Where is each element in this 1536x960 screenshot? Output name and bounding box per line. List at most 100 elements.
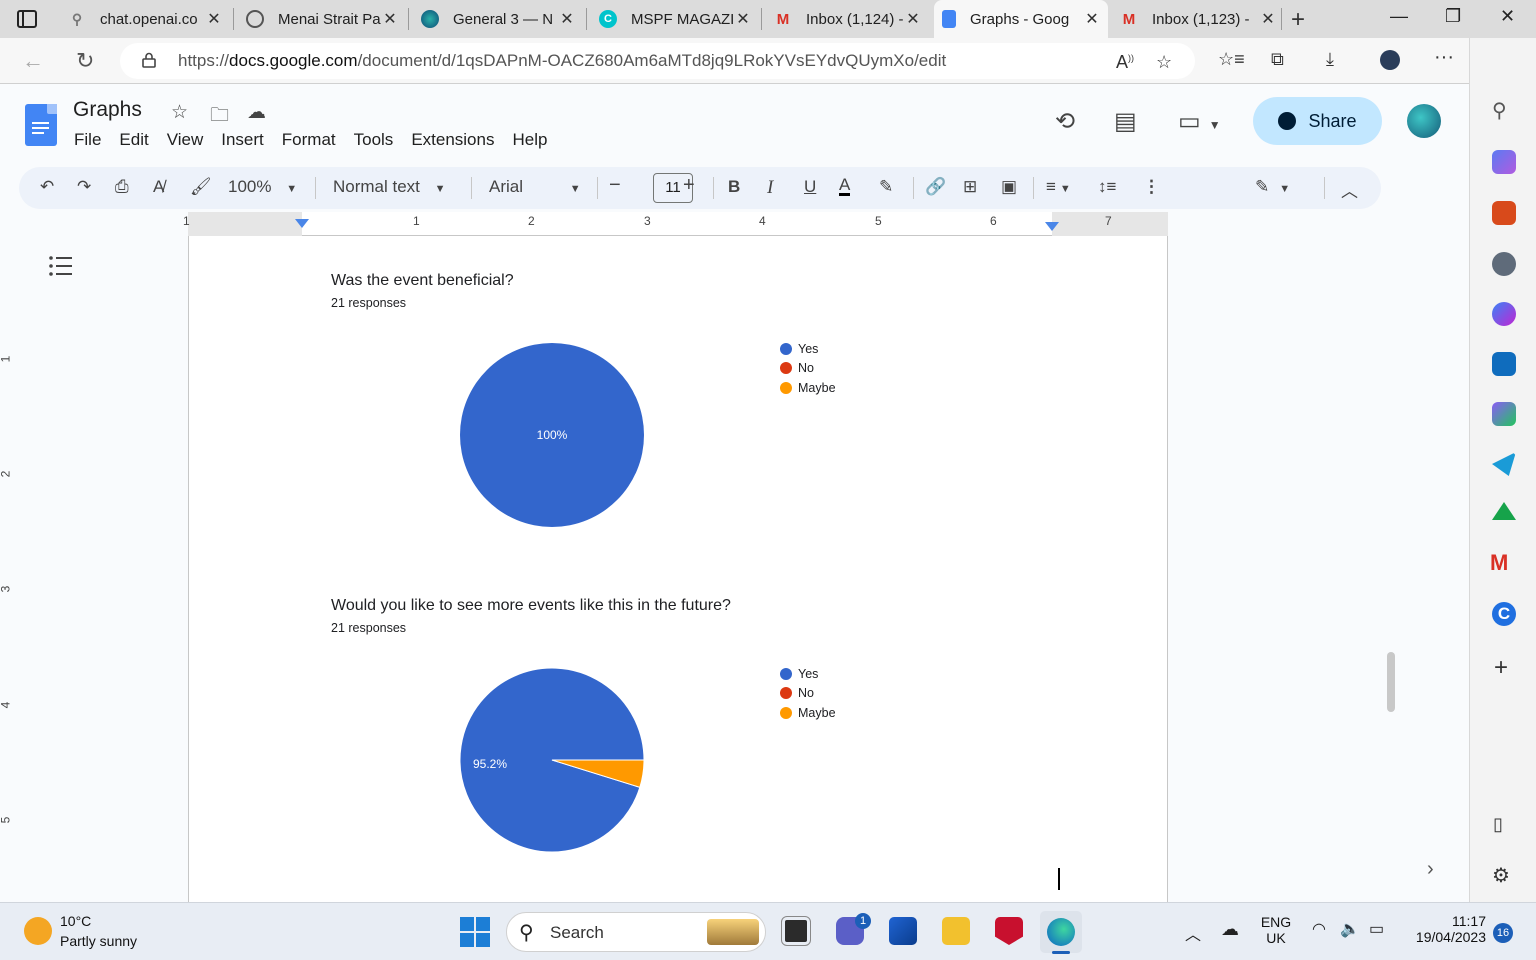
tab-actions-icon[interactable] <box>16 8 38 30</box>
task-view-icon[interactable] <box>781 916 811 946</box>
version-history-icon[interactable]: ⟲ <box>1055 107 1075 136</box>
close-icon[interactable]: ✕ <box>1260 9 1276 29</box>
docs-logo-icon[interactable] <box>25 104 57 146</box>
restore-icon[interactable]: ❐ <box>1445 6 1461 27</box>
cloud-saved-icon[interactable]: ☁ <box>247 101 266 124</box>
taskbar-search[interactable]: ⚲ Search <box>506 912 766 952</box>
more-options-icon[interactable]: ⋮ <box>1143 177 1160 197</box>
split-screen-icon[interactable]: ▯ <box>1493 814 1503 835</box>
font-select[interactable]: Arial ▼ <box>489 177 581 197</box>
decrease-font-size-icon[interactable]: − <box>609 174 621 197</box>
tab-inbox-1123[interactable]: M Inbox (1,123) - ✕ <box>1112 4 1284 34</box>
microsoft365-icon[interactable] <box>1492 302 1516 326</box>
align-icon[interactable]: ≡ ▼ <box>1046 177 1071 197</box>
weather-description[interactable]: Partly sunny <box>60 933 137 949</box>
mcafee-icon[interactable] <box>995 917 1023 945</box>
battery-icon[interactable]: ▭ <box>1369 919 1384 939</box>
add-comment-icon[interactable]: ⊞ <box>963 177 977 197</box>
redo-icon[interactable]: ↷ <box>77 177 91 197</box>
language-indicator[interactable]: ENG UK <box>1258 914 1294 946</box>
tab-general-3[interactable]: General 3 — N ✕ <box>413 4 583 34</box>
close-icon[interactable]: ✕ <box>206 9 222 29</box>
tab-mspf-magazine[interactable]: C MSPF MAGAZI ✕ <box>591 4 759 34</box>
left-indent-marker[interactable] <box>295 219 309 228</box>
downloads-icon[interactable]: ⤓ <box>1326 49 1334 70</box>
add-favorite-icon[interactable]: ☆ <box>1156 52 1172 73</box>
windows-start-icon[interactable] <box>460 917 490 947</box>
menu-extensions[interactable]: Extensions <box>411 130 494 150</box>
gmail-icon[interactable]: M <box>1490 550 1508 576</box>
edge-taskbar-button[interactable] <box>1040 911 1082 954</box>
comments-icon[interactable]: ▤ <box>1114 107 1137 136</box>
show-hidden-icons-icon[interactable]: ︿ <box>1185 921 1201 945</box>
print-icon[interactable]: ⎙ <box>115 177 129 197</box>
clock[interactable]: 11:17 19/04/2023 <box>1404 913 1486 945</box>
editing-mode-icon[interactable]: ✎ ▼ <box>1255 177 1290 197</box>
new-tab-icon[interactable]: + <box>1291 6 1305 34</box>
weather-temperature[interactable]: 10°C <box>60 913 91 929</box>
file-explorer-icon[interactable] <box>942 917 970 945</box>
tab-menai-strait[interactable]: Menai Strait Pa ✕ <box>238 4 406 34</box>
avatar[interactable] <box>1407 104 1441 138</box>
zoom-select[interactable]: 100% ▼ <box>228 177 297 197</box>
close-icon[interactable]: ✕ <box>735 9 751 29</box>
back-icon[interactable]: ← <box>22 48 44 74</box>
send-icon[interactable] <box>1492 452 1516 476</box>
add-sidebar-app-icon[interactable]: + <box>1494 654 1508 682</box>
close-icon[interactable]: ✕ <box>382 9 398 29</box>
insert-link-icon[interactable]: 🔗 <box>925 177 946 197</box>
settings-icon[interactable]: ⚙ <box>1492 863 1510 888</box>
menu-insert[interactable]: Insert <box>221 130 264 150</box>
increase-font-size-icon[interactable]: + <box>683 174 695 197</box>
line-spacing-icon[interactable]: ↕≡ <box>1098 177 1116 197</box>
menu-edit[interactable]: Edit <box>119 130 148 150</box>
menu-view[interactable]: View <box>167 130 204 150</box>
document-outline-icon[interactable] <box>48 255 74 277</box>
notification-badge[interactable]: 16 <box>1493 923 1513 943</box>
move-folder-icon[interactable]: 🗀 <box>210 101 229 133</box>
bold-icon[interactable]: B <box>728 177 740 197</box>
search-icon[interactable]: ⚲ <box>1492 98 1507 123</box>
share-button[interactable]: Share <box>1253 97 1382 145</box>
close-icon[interactable]: ✕ <box>1084 9 1100 29</box>
tab-chat-openai[interactable]: ⚲ chat.openai.co ✕ <box>60 4 230 34</box>
onedrive-icon[interactable]: ☁ <box>1221 919 1239 940</box>
profile-extension-icon[interactable] <box>1380 50 1400 70</box>
tab-graphs-docs[interactable]: Graphs - Goog ✕ <box>934 0 1108 38</box>
tree-icon[interactable] <box>1492 502 1516 520</box>
shopping-icon[interactable] <box>1492 150 1516 174</box>
volume-icon[interactable]: 🔈 <box>1340 919 1360 939</box>
document-title[interactable]: Graphs <box>73 98 142 122</box>
outlook-icon[interactable] <box>1492 352 1516 376</box>
menu-format[interactable]: Format <box>282 130 336 150</box>
spellcheck-icon[interactable]: A̸ <box>153 177 164 197</box>
canva-icon[interactable]: C <box>1492 602 1516 626</box>
wifi-icon[interactable]: ◠ <box>1312 919 1326 939</box>
designer-icon[interactable] <box>1492 402 1516 426</box>
close-icon[interactable]: ✕ <box>905 9 921 29</box>
right-indent-marker[interactable] <box>1045 222 1059 231</box>
text-color-icon[interactable]: A <box>839 176 851 196</box>
refresh-icon[interactable]: ↻ <box>76 48 94 74</box>
italic-icon[interactable]: I <box>767 177 773 199</box>
tools-icon[interactable] <box>1492 201 1516 225</box>
expand-sidebar-icon[interactable]: › <box>1427 858 1434 881</box>
menu-help[interactable]: Help <box>512 130 547 150</box>
hide-menus-icon[interactable]: ︿ <box>1341 177 1358 202</box>
paint-format-icon[interactable]: 🖌 <box>190 177 212 197</box>
highlight-icon[interactable]: ✎ <box>879 177 893 197</box>
close-icon[interactable]: ✕ <box>559 9 575 29</box>
menu-tools[interactable]: Tools <box>354 130 394 150</box>
minimize-icon[interactable]: — <box>1390 6 1408 27</box>
menu-file[interactable]: File <box>74 130 101 150</box>
weather-sun-icon[interactable] <box>24 917 52 945</box>
insert-image-icon[interactable]: ▣ <box>1001 177 1017 197</box>
close-window-icon[interactable]: ✕ <box>1500 6 1515 27</box>
scrollbar-thumb[interactable] <box>1387 652 1395 712</box>
microsoft-store-icon[interactable] <box>889 917 917 945</box>
style-select[interactable]: Normal text ▼ <box>333 177 446 197</box>
horizontal-ruler[interactable] <box>188 212 1168 236</box>
collections-icon[interactable]: ⧉ <box>1271 49 1284 70</box>
underline-icon[interactable]: U <box>804 177 816 197</box>
url-field[interactable]: https://docs.google.com/document/d/1qsDA… <box>120 43 1195 79</box>
